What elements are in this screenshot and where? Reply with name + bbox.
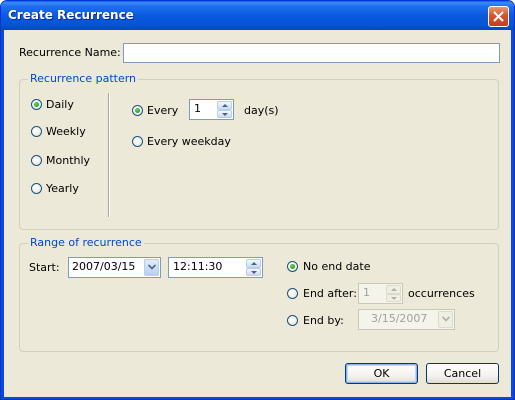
cancel-button[interactable]: Cancel — [426, 363, 499, 384]
start-date-value: 2007/03/15 — [72, 260, 136, 273]
every-label: Every — [147, 104, 179, 117]
yearly-radio[interactable] — [31, 183, 42, 194]
monthly-radio[interactable] — [31, 155, 42, 166]
end-by-dropdown-button[interactable] — [438, 311, 453, 328]
weekly-label: Weekly — [46, 125, 86, 138]
end-by-label: End by: — [303, 314, 344, 327]
chevron-down-icon — [148, 264, 156, 270]
every-weekday-label: Every weekday — [147, 135, 231, 148]
monthly-label: Monthly — [46, 154, 91, 167]
start-date-dropdown-button[interactable] — [144, 259, 159, 276]
spin-down-icon[interactable] — [217, 109, 232, 118]
ok-button[interactable]: OK — [345, 363, 418, 384]
create-recurrence-dialog: Create Recurrence Recurrence Name: Recur… — [0, 0, 515, 400]
start-time-spinner[interactable]: 12:11:30 — [168, 257, 263, 278]
days-unit-label: day(s) — [244, 104, 279, 117]
yearly-label: Yearly — [46, 182, 79, 195]
spin-up-icon[interactable] — [217, 101, 232, 110]
spin-down-icon[interactable] — [386, 293, 401, 302]
weekly-radio[interactable] — [31, 126, 42, 137]
occurrences-label: occurrences — [408, 287, 475, 300]
no-end-date-label: No end date — [303, 260, 371, 273]
every-days-value: 1 — [194, 102, 201, 115]
no-end-date-radio[interactable] — [287, 261, 298, 272]
close-button[interactable] — [488, 6, 509, 27]
chevron-down-icon — [442, 316, 450, 322]
spin-up-icon[interactable] — [386, 285, 401, 294]
occurrences-spin-buttons — [386, 285, 401, 302]
title-bar[interactable]: Create Recurrence — [1, 1, 514, 30]
dialog-title: Create Recurrence — [8, 8, 134, 22]
end-after-label: End after: — [303, 287, 357, 300]
daily-label: Daily — [46, 98, 74, 111]
start-time-value: 12:11:30 — [173, 260, 223, 273]
end-after-radio[interactable] — [287, 288, 298, 299]
start-date-picker[interactable]: 2007/03/15 — [68, 257, 161, 278]
every-days-spin-buttons — [217, 101, 232, 118]
every-days-spinner[interactable]: 1 — [189, 99, 234, 120]
window-frame-left — [1, 30, 4, 399]
window-frame-right — [511, 30, 514, 399]
spin-down-icon[interactable] — [246, 267, 261, 276]
end-by-date-value: 3/15/2007 — [371, 312, 428, 325]
pattern-divider — [108, 93, 109, 217]
recurrence-pattern-group — [19, 79, 499, 230]
end-by-radio[interactable] — [287, 315, 298, 326]
start-time-spin-buttons — [246, 259, 261, 276]
start-label: Start: — [29, 261, 60, 274]
end-by-date-picker[interactable]: 3/15/2007 — [358, 309, 455, 330]
range-of-recurrence-title: Range of recurrence — [28, 236, 144, 249]
occurrences-value: 1 — [363, 286, 370, 299]
recurrence-pattern-title: Recurrence pattern — [28, 72, 139, 85]
recurrence-name-label: Recurrence Name: — [19, 46, 121, 59]
daily-radio[interactable] — [31, 99, 42, 110]
every-radio[interactable] — [132, 105, 143, 116]
recurrence-name-input[interactable] — [123, 43, 500, 63]
occurrences-spinner[interactable]: 1 — [358, 283, 403, 304]
spin-up-icon[interactable] — [246, 259, 261, 268]
every-weekday-radio[interactable] — [132, 136, 143, 147]
close-icon — [493, 11, 504, 22]
